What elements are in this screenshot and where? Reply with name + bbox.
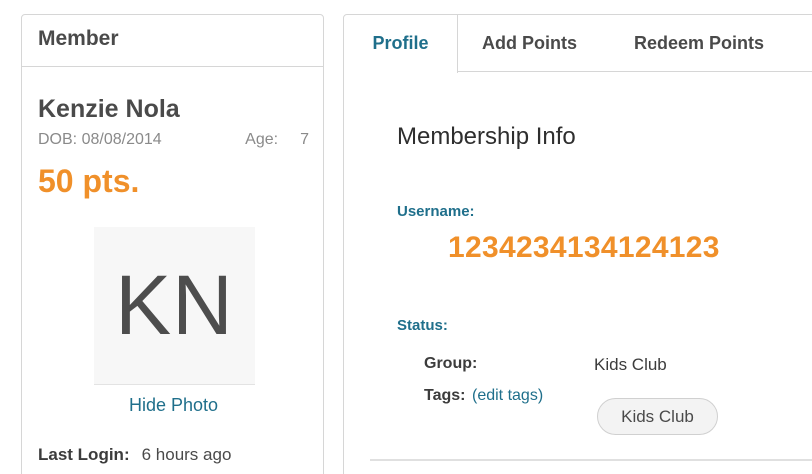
member-points: 50 pts. <box>38 163 140 199</box>
member-card: Member Kenzie Nola DOB: 08/08/2014 Age: 7… <box>21 14 324 474</box>
dob-label: DOB: <box>38 131 78 148</box>
member-dob: DOB: 08/08/2014 <box>38 131 162 149</box>
membership-info-title: Membership Info <box>397 123 576 150</box>
group-value: Kids Club <box>594 355 667 374</box>
tab-add-points[interactable]: Add Points <box>482 15 577 72</box>
member-card-title: Member <box>22 15 323 67</box>
username-label: Username: <box>397 203 475 220</box>
status-label: Status: <box>397 317 448 334</box>
group-label: Group: <box>424 355 478 372</box>
profile-panel: Profile Add Points Redeem Points Members… <box>343 14 812 474</box>
member-name: Kenzie Nola <box>38 95 180 123</box>
last-login: Last Login: 6 hours ago <box>38 445 231 465</box>
avatar-initials: KN <box>115 258 234 352</box>
divider <box>370 459 812 461</box>
avatar: KN <box>94 227 255 385</box>
tag-pill: Kids Club <box>597 398 718 435</box>
tab-redeem-points[interactable]: Redeem Points <box>634 15 764 72</box>
edit-tags-link[interactable]: (edit tags) <box>472 387 543 405</box>
username-value: 1234234134124123 <box>448 231 720 264</box>
hide-photo-link[interactable]: Hide Photo <box>22 395 325 416</box>
last-login-value: 6 hours ago <box>141 445 232 464</box>
last-login-label: Last Login: <box>38 445 130 464</box>
tags-label: Tags: <box>424 387 466 404</box>
dob-value: 08/08/2014 <box>81 131 162 148</box>
age-label: Age: <box>245 131 279 148</box>
member-age: Age: 7 <box>245 131 309 149</box>
page: Member Kenzie Nola DOB: 08/08/2014 Age: 7… <box>0 0 812 474</box>
age-value: 7 <box>300 131 309 148</box>
tab-bar: Profile Add Points Redeem Points <box>344 15 812 73</box>
tab-profile[interactable]: Profile <box>344 15 458 73</box>
